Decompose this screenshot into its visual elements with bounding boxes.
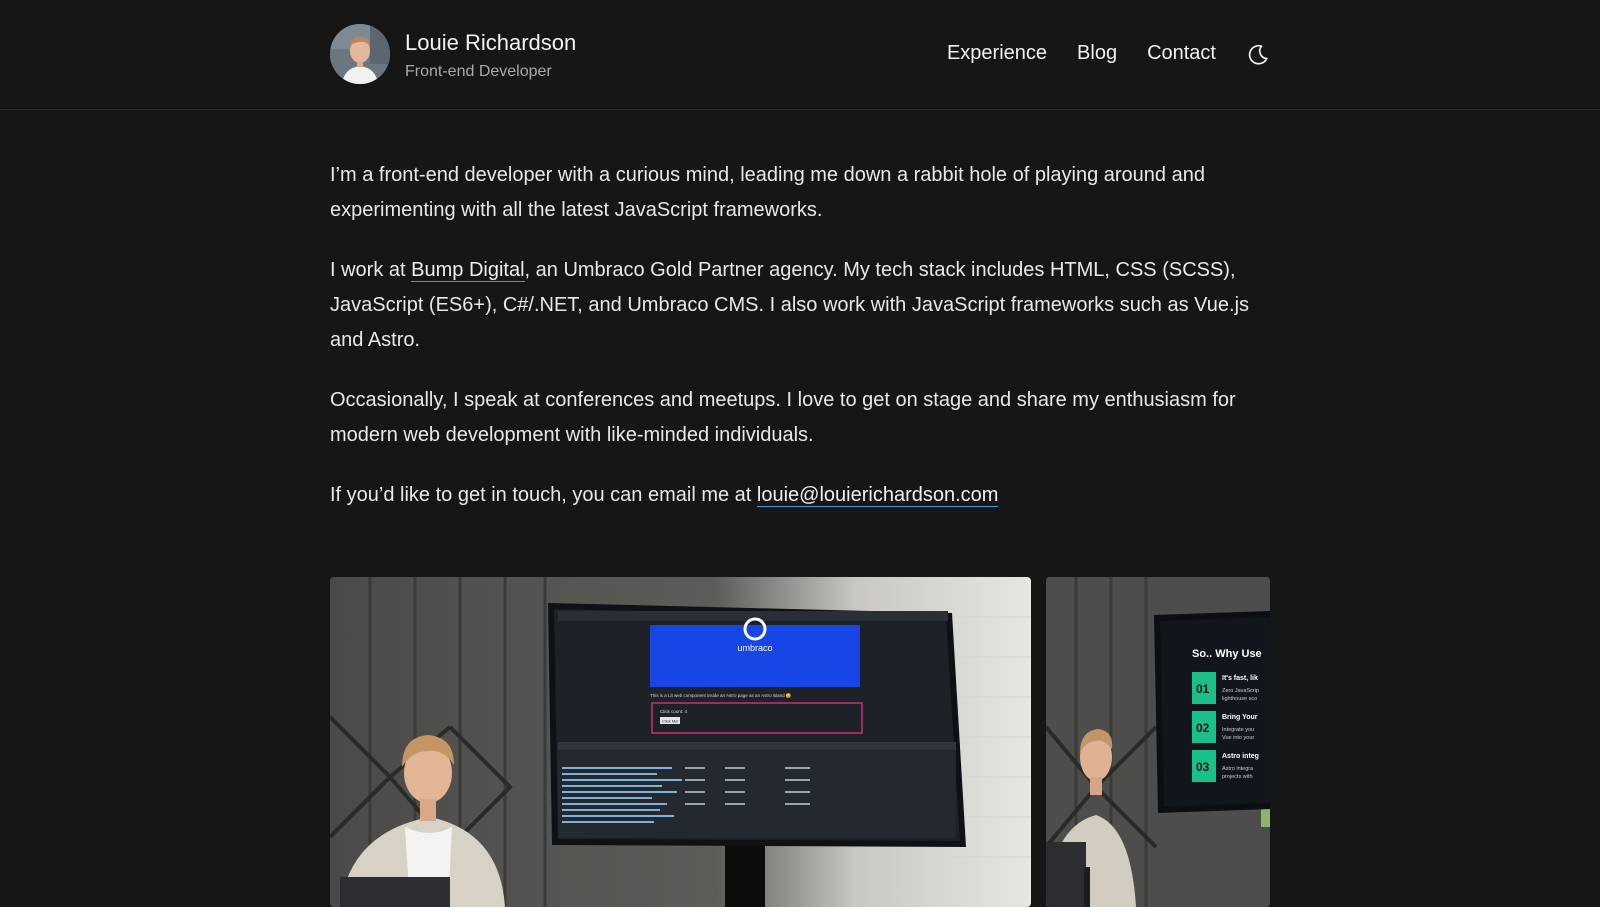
email-link[interactable]: louie@louierichardson.com	[756, 484, 999, 507]
slide-item-title: It's fast, lik	[1222, 675, 1258, 682]
slide-item-sub: Astro integra	[1222, 766, 1254, 772]
work-paragraph: I work at Bump Digital, an Umbraco Gold …	[330, 253, 1270, 358]
about-section: I’m a front-end developer with a curious…	[330, 158, 1270, 538]
photo-gallery: umbraco This is a Lit web component insi…	[330, 577, 1270, 907]
slide-title: So.. Why Use	[1192, 648, 1262, 660]
slide-item-sub: Integrate you	[1222, 727, 1254, 733]
main-nav: Experience Blog Contact	[947, 38, 1270, 68]
slide-item-title: Bring Your	[1222, 714, 1258, 721]
slide-item-sub: lighthouse sco	[1222, 696, 1257, 702]
umbraco-screen-logo: umbraco	[737, 643, 772, 653]
nav-link-blog[interactable]: Blog	[1077, 38, 1117, 68]
screen-button-label: Click Me!	[662, 719, 678, 724]
nav-link-contact[interactable]: Contact	[1147, 38, 1216, 68]
slide-item-number: 02	[1196, 721, 1210, 735]
work-text-before: I work at	[330, 259, 412, 281]
site-owner-name[interactable]: Louie Richardson	[405, 32, 576, 54]
slide-item-sub: Zero JavaScrip	[1222, 688, 1259, 694]
avatar	[330, 24, 390, 84]
slide-item-number: 03	[1196, 760, 1210, 774]
slide-item-title: Astro integ	[1222, 753, 1259, 760]
intro-paragraph: I’m a front-end developer with a curious…	[330, 164, 1205, 221]
contact-text: If you’d like to get in touch, you can e…	[330, 484, 757, 506]
bump-digital-link[interactable]: Bump Digital	[411, 259, 525, 282]
nav-link-experience[interactable]: Experience	[947, 38, 1047, 68]
speaking-paragraph: Occasionally, I speak at conferences and…	[330, 389, 1236, 446]
screen-click-count: Click count: 4	[660, 709, 688, 714]
site-owner-role: Front-end Developer	[405, 63, 552, 80]
brand[interactable]: Louie Richardson Front-end Developer	[330, 24, 576, 84]
slide-item-number: 01	[1196, 682, 1210, 696]
talk-photo-screen: umbraco This is a Lit web component insi…	[330, 577, 1031, 907]
contact-paragraph: If you’d like to get in touch, you can e…	[330, 478, 1270, 513]
site-header: Louie Richardson Front-end Developer Exp…	[0, 0, 1600, 110]
moon-icon[interactable]	[1246, 43, 1270, 67]
slide-item-sub: projects with	[1222, 774, 1253, 780]
talk-photo-slide: So.. Why Use 01 It's fast, lik Zero Java…	[1046, 577, 1270, 907]
screen-caption: This is a Lit web component inside an As…	[650, 693, 792, 698]
slide-item-sub: Vue into your	[1222, 735, 1254, 741]
